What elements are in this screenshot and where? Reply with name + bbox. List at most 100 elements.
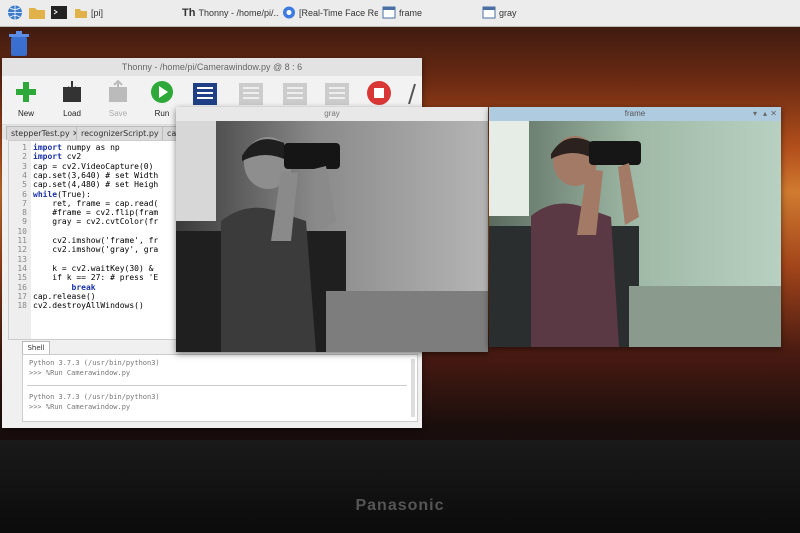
step-over-icon[interactable] [238,82,264,106]
line-number: 4 [22,170,27,180]
run-icon [151,81,173,103]
code-line: 12 cv2.imshow('gray', gra [9,245,158,254]
terminal-icon[interactable] [50,4,68,21]
chromium-icon [283,6,295,19]
maximize-icon[interactable]: ▴ [763,107,767,121]
window-titlebar[interactable]: gray [176,107,488,121]
code-text: #frame = cv2.flip(fram [33,208,159,218]
debug-icon[interactable] [192,82,218,106]
raspberry-menu-icon[interactable] [6,4,24,21]
line-number: 13 [17,254,27,264]
line-number: 12 [17,245,27,255]
code-text: numpy as np [61,143,120,152]
code-text: k = cv2.waitKey(30) & [33,263,159,273]
code-line: 8 #frame = cv2.flip(fram [9,208,158,217]
minimize-icon[interactable]: ▾ [753,107,757,121]
code-line: 13 [9,255,33,264]
window-title: frame [624,109,646,118]
taskbar-item-label: [Real-Time Face Rec... [299,7,378,18]
line-number: 5 [22,180,27,190]
line-number: 17 [17,291,27,301]
code-text: cv2.imshow('gray', gra [33,245,159,255]
code-text: (True): [57,189,91,199]
code-text: cap.set(4,480) # set Heigh [33,180,159,190]
taskbar-item-browser[interactable]: [Real-Time Face Rec... [282,3,378,22]
code-line: 4 cap.set(3,640) # set Width [9,171,158,180]
code-text: ret, frame = cap.read( [33,198,159,208]
taskbar-item-label: frame [399,7,423,18]
save-label: Save [108,109,128,118]
window-icon [482,6,496,19]
code-line: 15 if k == 27: # press 'E [9,273,158,282]
new-label: New [17,109,34,118]
folder-icon [75,9,87,18]
load-icon [63,81,81,102]
window-title: gray [324,109,340,118]
code-text: cap.set(3,640) # set Width [33,170,159,180]
grayscale-video-feed [176,121,488,352]
code-keyword: import [33,143,62,152]
line-number: 1 [22,143,27,152]
new-icon [16,82,36,102]
tab-steppertest[interactable]: stepperTest.py ✕ [6,126,80,140]
line-number: 10 [17,226,27,236]
code-keyword: while [33,189,58,199]
line-number: 15 [17,273,27,283]
code-line: 18 cv2.destroyAllWindows() [9,301,144,311]
load-label: Load [63,109,81,118]
tab-recognizerscript[interactable]: recognizerScript.py ✕ [76,126,166,140]
trash-icon[interactable] [6,30,32,58]
save-icon [109,79,127,102]
new-button[interactable]: New [6,79,46,118]
code-text: cap.release() [33,291,96,301]
save-button[interactable]: Save [98,79,138,118]
taskbar-item-gray[interactable]: gray [482,3,578,22]
window-titlebar[interactable]: Thonny - /home/pi/Camerawindow.py @ 8 : … [2,58,422,76]
tab-label: recognizerScript.py [81,129,159,138]
taskbar: [pi] Th Thonny - /home/pi/... [Real-Time… [0,0,800,27]
code-text: cv2.destroyAllWindows() [33,301,144,311]
shell-line: Python 3.7.3 (/usr/bin/python3) [29,359,160,367]
frame-window: frame ▾ ▴ ✕ [489,107,781,347]
code-keyword: import [33,152,62,162]
load-button[interactable]: Load [52,79,92,118]
code-line: 3 cap = cv2.VideoCapture(0) [9,162,153,171]
flag-icon[interactable] [406,82,418,106]
window-titlebar[interactable]: frame ▾ ▴ ✕ [489,107,781,121]
tab-label: stepperTest.py [11,129,70,138]
stop-icon[interactable] [366,80,392,106]
code-line: 5 cap.set(4,480) # set Heigh [9,180,158,189]
line-number: 2 [22,152,27,162]
code-text: if k == 27: # press 'E [33,273,159,283]
code-line: 16 break [9,282,95,292]
taskbar-item-frame[interactable]: frame [382,3,478,22]
monitor-bezel [0,440,800,533]
close-icon[interactable]: ✕ [770,107,777,121]
code-line: 7 ret, frame = cap.read( [9,199,158,208]
step-out-icon[interactable] [324,82,350,106]
line-number: 16 [17,282,27,292]
taskbar-item-label: gray [499,7,517,18]
code-line: 11 cv2.imshow('frame', fr [9,236,158,245]
thonny-icon: Th [182,6,196,19]
line-number: 18 [17,301,27,311]
code-line: 14 k = cv2.waitKey(30) & [9,264,158,273]
code-line: 10 [9,227,33,236]
code-text: cv2.imshow('frame', fr [33,236,159,245]
shell-scrollbar[interactable] [411,359,415,417]
shell-line: >>> %Run Camerawindow.py [29,403,131,411]
window-icon [382,6,396,19]
code-text: cap = cv2.VideoCapture(0) [33,161,154,171]
step-into-icon[interactable] [282,82,308,106]
line-number: 11 [17,236,27,245]
line-number: 6 [22,189,27,199]
taskbar-item-thonny[interactable]: Th Thonny - /home/pi/... [182,3,278,22]
code-line: 6 while(True): [9,190,91,199]
taskbar-item-files[interactable]: [pi] [74,3,174,22]
shell-line: >>> %Run Camerawindow.py [29,369,131,377]
code-line: 1 import numpy as np [9,143,120,152]
shell-panel[interactable]: Python 3.7.3 (/usr/bin/python3) >>> %Run… [22,354,418,422]
tab-shell[interactable]: Shell [22,341,50,355]
line-number: 3 [22,161,27,171]
folder-icon[interactable] [28,4,46,21]
